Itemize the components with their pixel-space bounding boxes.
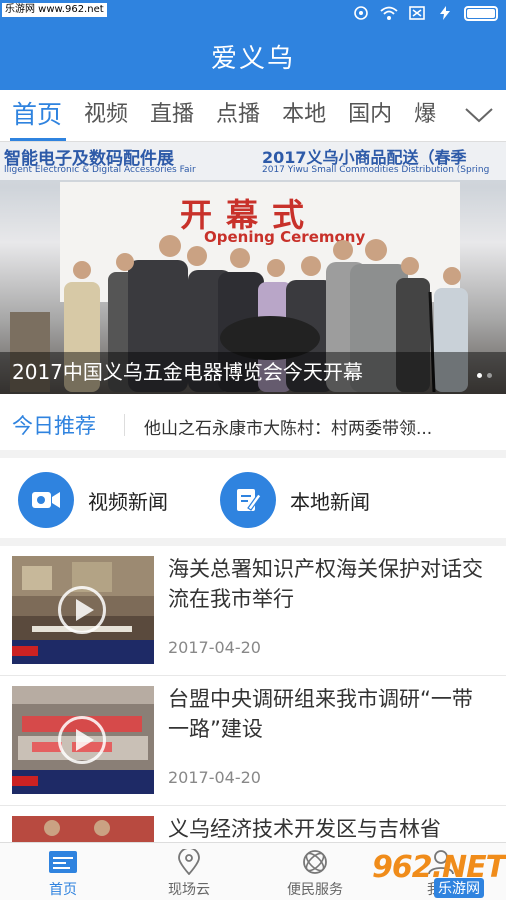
news-thumbnail xyxy=(12,816,154,842)
category-tabs: 首页 视频 直播 点播 本地 国内 爆 xyxy=(0,90,506,142)
nav-live-cloud-label: 现场云 xyxy=(168,882,210,898)
tab-breaking[interactable]: 爆 xyxy=(414,90,436,140)
hotspot-icon xyxy=(354,6,368,20)
wifi-icon xyxy=(380,6,398,20)
location-pin-icon xyxy=(178,849,200,875)
news-item[interactable]: 义乌经济技术开发区与吉林省 xyxy=(0,806,506,842)
watermark-logo-sub: 乐游网 xyxy=(434,878,484,898)
app-header: 爱义乌 xyxy=(0,28,506,90)
news-thumbnail xyxy=(12,556,154,664)
play-icon xyxy=(58,716,106,764)
news-date: 2017-04-20 xyxy=(168,638,261,657)
nav-home[interactable]: 首页 xyxy=(0,843,126,901)
news-headline: 义乌经济技术开发区与吉林省 xyxy=(168,817,441,841)
news-thumbnail xyxy=(12,686,154,794)
tab-video[interactable]: 视频 xyxy=(84,90,128,140)
service-globe-icon xyxy=(303,850,327,874)
news-headline: 台盟中央调研组来我市调研“一带一路”建设 xyxy=(168,687,473,741)
news-date: 2017-04-20 xyxy=(168,768,261,787)
news-list: 海关总署知识产权海关保护对话交流在我市举行 2017-04-20 台盟中央调研组… xyxy=(0,546,506,842)
recommend-headline[interactable]: 他山之石永康市大陈村：村两委带领... xyxy=(144,414,432,439)
video-news-label: 视频新闻 xyxy=(88,489,168,514)
carousel-dots xyxy=(477,373,492,378)
tab-local[interactable]: 本地 xyxy=(282,90,326,140)
news-headline: 海关总署知识产权海关保护对话交流在我市举行 xyxy=(168,557,483,611)
carousel-dot-active xyxy=(477,373,482,378)
app-title: 爱义乌 xyxy=(210,44,295,74)
banner-caption[interactable]: 2017中国义乌五金电器博览会今天开幕 xyxy=(12,356,363,385)
nav-live-cloud[interactable]: 现场云 xyxy=(126,843,252,901)
tab-on-demand[interactable]: 点播 xyxy=(216,90,260,140)
battery-icon xyxy=(464,5,498,21)
tab-domestic[interactable]: 国内 xyxy=(348,90,392,140)
today-recommend-bar[interactable]: 今日推荐 他山之石永康市大陈村：村两委带领... xyxy=(0,394,506,458)
local-news-shortcut[interactable]: 本地新闻 xyxy=(220,472,370,528)
active-tab-indicator xyxy=(10,138,66,141)
tab-home[interactable]: 首页 xyxy=(12,90,62,140)
watermark-text: 乐游网 www.962.net xyxy=(2,3,107,17)
status-bar: 乐游网 www.962.net xyxy=(0,0,506,28)
expand-tabs-button[interactable] xyxy=(452,90,506,140)
banner-carousel[interactable]: 智能电子及数码配件展 lligent Electronic & Digital … xyxy=(0,142,506,394)
news-item[interactable]: 台盟中央调研组来我市调研“一带一路”建设 2017-04-20 xyxy=(0,676,506,806)
video-camera-icon xyxy=(18,472,74,528)
channel-tag xyxy=(12,776,38,786)
play-icon xyxy=(58,586,106,634)
nav-services-label: 便民服务 xyxy=(287,882,343,898)
news-item[interactable]: 海关总署知识产权海关保护对话交流在我市举行 2017-04-20 xyxy=(0,546,506,676)
recommend-label: 今日推荐 xyxy=(12,414,96,438)
home-card-icon xyxy=(49,851,77,873)
watermark-logo: 962.NET 乐游网 xyxy=(372,850,506,898)
video-news-shortcut[interactable]: 视频新闻 xyxy=(18,472,168,528)
status-icons xyxy=(352,5,498,21)
edit-document-icon xyxy=(220,472,276,528)
local-news-label: 本地新闻 xyxy=(290,489,370,514)
tab-live[interactable]: 直播 xyxy=(150,90,194,140)
charging-icon xyxy=(440,6,450,20)
no-sim-icon xyxy=(409,6,425,20)
chevron-down-icon xyxy=(465,108,493,123)
channel-tag xyxy=(12,646,38,656)
divider xyxy=(124,414,125,436)
shortcut-row: 视频新闻 本地新闻 xyxy=(0,458,506,546)
nav-services[interactable]: 便民服务 xyxy=(252,843,378,901)
carousel-dot xyxy=(487,373,492,378)
nav-home-label: 首页 xyxy=(49,882,77,898)
